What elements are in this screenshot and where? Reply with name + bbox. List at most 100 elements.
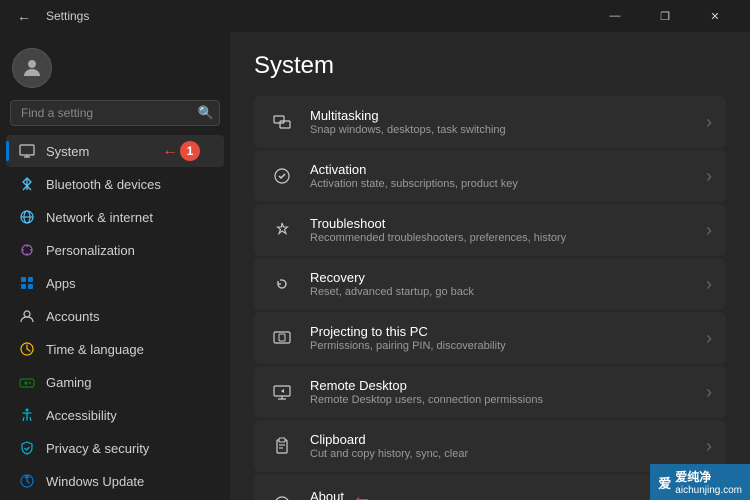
- sidebar-item-label-personalization: Personalization: [46, 243, 135, 258]
- activation-text: ActivationActivation state, subscription…: [310, 162, 692, 190]
- accessibility-icon: [18, 406, 36, 424]
- clipboard-chevron: ›: [706, 436, 712, 457]
- about-annotation-arrow: ←: [352, 486, 372, 500]
- clipboard-title: Clipboard: [310, 432, 692, 447]
- recovery-desc: Reset, advanced startup, go back: [310, 286, 692, 298]
- gaming-icon: [18, 373, 36, 391]
- recovery-text: RecoveryReset, advanced startup, go back: [310, 270, 692, 298]
- remote-desktop-text: Remote DesktopRemote Desktop users, conn…: [310, 378, 692, 406]
- nav-list: System ←1 Bluetooth & devices Network & int…: [0, 134, 230, 498]
- annotation-badge: 1: [180, 141, 200, 161]
- network-icon: [18, 208, 36, 226]
- sidebar-item-time[interactable]: Time & language: [6, 333, 224, 365]
- settings-item-recovery[interactable]: RecoveryReset, advanced startup, go back…: [254, 258, 726, 310]
- settings-item-activation[interactable]: ActivationActivation state, subscription…: [254, 150, 726, 202]
- remote-desktop-title: Remote Desktop: [310, 378, 692, 393]
- titlebar: ← Settings — ❐ ✕: [0, 0, 750, 32]
- clipboard-settings-icon: [268, 432, 296, 460]
- sidebar-item-privacy[interactable]: Privacy & security: [6, 432, 224, 464]
- clipboard-desc: Cut and copy history, sync, clear: [310, 448, 692, 460]
- projecting-chevron: ›: [706, 328, 712, 349]
- bluetooth-icon: [18, 175, 36, 193]
- remote-desktop-chevron: ›: [706, 382, 712, 403]
- window-controls: — ❐ ✕: [592, 0, 738, 32]
- sidebar-item-label-system: System: [46, 144, 89, 159]
- page-title: System: [254, 52, 726, 80]
- remote-desktop-desc: Remote Desktop users, connection permiss…: [310, 394, 692, 406]
- troubleshoot-desc: Recommended troubleshooters, preferences…: [310, 232, 692, 244]
- sidebar-item-personalization[interactable]: Personalization: [6, 234, 224, 266]
- avatar: [12, 48, 52, 88]
- multitasking-title: Multitasking: [310, 108, 692, 123]
- search-box: 🔍: [10, 100, 220, 126]
- troubleshoot-text: TroubleshootRecommended troubleshooters,…: [310, 216, 692, 244]
- sidebar-item-label-accounts: Accounts: [46, 309, 99, 324]
- settings-item-remote-desktop[interactable]: Remote DesktopRemote Desktop users, conn…: [254, 366, 726, 418]
- settings-item-projecting[interactable]: Projecting to this PCPermissions, pairin…: [254, 312, 726, 364]
- sidebar-item-accounts[interactable]: Accounts: [6, 300, 224, 332]
- app-title: Settings: [46, 9, 89, 23]
- about-title: About←: [310, 486, 692, 500]
- settings-list: MultitaskingSnap windows, desktops, task…: [254, 96, 726, 500]
- projecting-desc: Permissions, pairing PIN, discoverabilit…: [310, 340, 692, 352]
- time-icon: [18, 340, 36, 358]
- watermark: 爱 爱纯净 aichunjing.com: [650, 464, 750, 500]
- search-input[interactable]: [10, 100, 220, 126]
- troubleshoot-chevron: ›: [706, 220, 712, 241]
- sidebar-item-system[interactable]: System ←1: [6, 135, 224, 167]
- activation-desc: Activation state, subscriptions, product…: [310, 178, 692, 190]
- user-profile: [0, 40, 230, 100]
- search-icon: 🔍: [198, 105, 214, 121]
- multitasking-text: MultitaskingSnap windows, desktops, task…: [310, 108, 692, 136]
- sidebar-item-label-gaming: Gaming: [46, 375, 92, 390]
- activation-settings-icon: [268, 162, 296, 190]
- app-container: 🔍 System←1Bluetooth & devicesNetwork & i…: [0, 32, 750, 500]
- activation-chevron: ›: [706, 166, 712, 187]
- titlebar-left: ← Settings: [12, 4, 89, 28]
- maximize-button[interactable]: ❐: [642, 0, 688, 32]
- sidebar-item-accessibility[interactable]: Accessibility: [6, 399, 224, 431]
- troubleshoot-settings-icon: [268, 216, 296, 244]
- multitasking-settings-icon: [268, 108, 296, 136]
- sidebar-item-gaming[interactable]: Gaming: [6, 366, 224, 398]
- recovery-settings-icon: [268, 270, 296, 298]
- sidebar-item-apps[interactable]: Apps: [6, 267, 224, 299]
- sidebar: 🔍 System ←1 Bluetooth & devices Network & i…: [0, 32, 230, 500]
- sidebar-item-label-time: Time & language: [46, 342, 144, 357]
- sidebar-item-bluetooth[interactable]: Bluetooth & devices: [6, 168, 224, 200]
- close-button[interactable]: ✕: [692, 0, 738, 32]
- projecting-text: Projecting to this PCPermissions, pairin…: [310, 324, 692, 352]
- system-icon: [18, 142, 36, 160]
- sidebar-item-label-update: Windows Update: [46, 474, 144, 489]
- sidebar-item-label-accessibility: Accessibility: [46, 408, 117, 423]
- multitasking-desc: Snap windows, desktops, task switching: [310, 124, 692, 136]
- settings-item-troubleshoot[interactable]: TroubleshootRecommended troubleshooters,…: [254, 204, 726, 256]
- sidebar-item-label-network: Network & internet: [46, 210, 153, 225]
- watermark-text: 爱纯净 aichunjing.com: [675, 468, 742, 496]
- remote-desktop-settings-icon: [268, 378, 296, 406]
- sidebar-item-network[interactable]: Network & internet: [6, 201, 224, 233]
- settings-item-multitasking[interactable]: MultitaskingSnap windows, desktops, task…: [254, 96, 726, 148]
- recovery-chevron: ›: [706, 274, 712, 295]
- back-button[interactable]: ←: [12, 4, 36, 28]
- sidebar-item-label-privacy: Privacy & security: [46, 441, 149, 456]
- projecting-title: Projecting to this PC: [310, 324, 692, 339]
- accounts-icon: [18, 307, 36, 325]
- recovery-title: Recovery: [310, 270, 692, 285]
- content-area: System MultitaskingSnap windows, desktop…: [230, 32, 750, 500]
- projecting-settings-icon: [268, 324, 296, 352]
- sidebar-item-label-bluetooth: Bluetooth & devices: [46, 177, 161, 192]
- minimize-button[interactable]: —: [592, 0, 638, 32]
- personalization-icon: [18, 241, 36, 259]
- about-text: About←Device specifications, rename PC, …: [310, 486, 692, 500]
- troubleshoot-title: Troubleshoot: [310, 216, 692, 231]
- activation-title: Activation: [310, 162, 692, 177]
- annotation-arrow: ←: [162, 142, 178, 160]
- privacy-icon: [18, 439, 36, 457]
- update-icon: [18, 472, 36, 490]
- sidebar-item-label-apps: Apps: [46, 276, 76, 291]
- multitasking-chevron: ›: [706, 112, 712, 133]
- sidebar-item-update[interactable]: Windows Update: [6, 465, 224, 497]
- clipboard-text: ClipboardCut and copy history, sync, cle…: [310, 432, 692, 460]
- apps-icon: [18, 274, 36, 292]
